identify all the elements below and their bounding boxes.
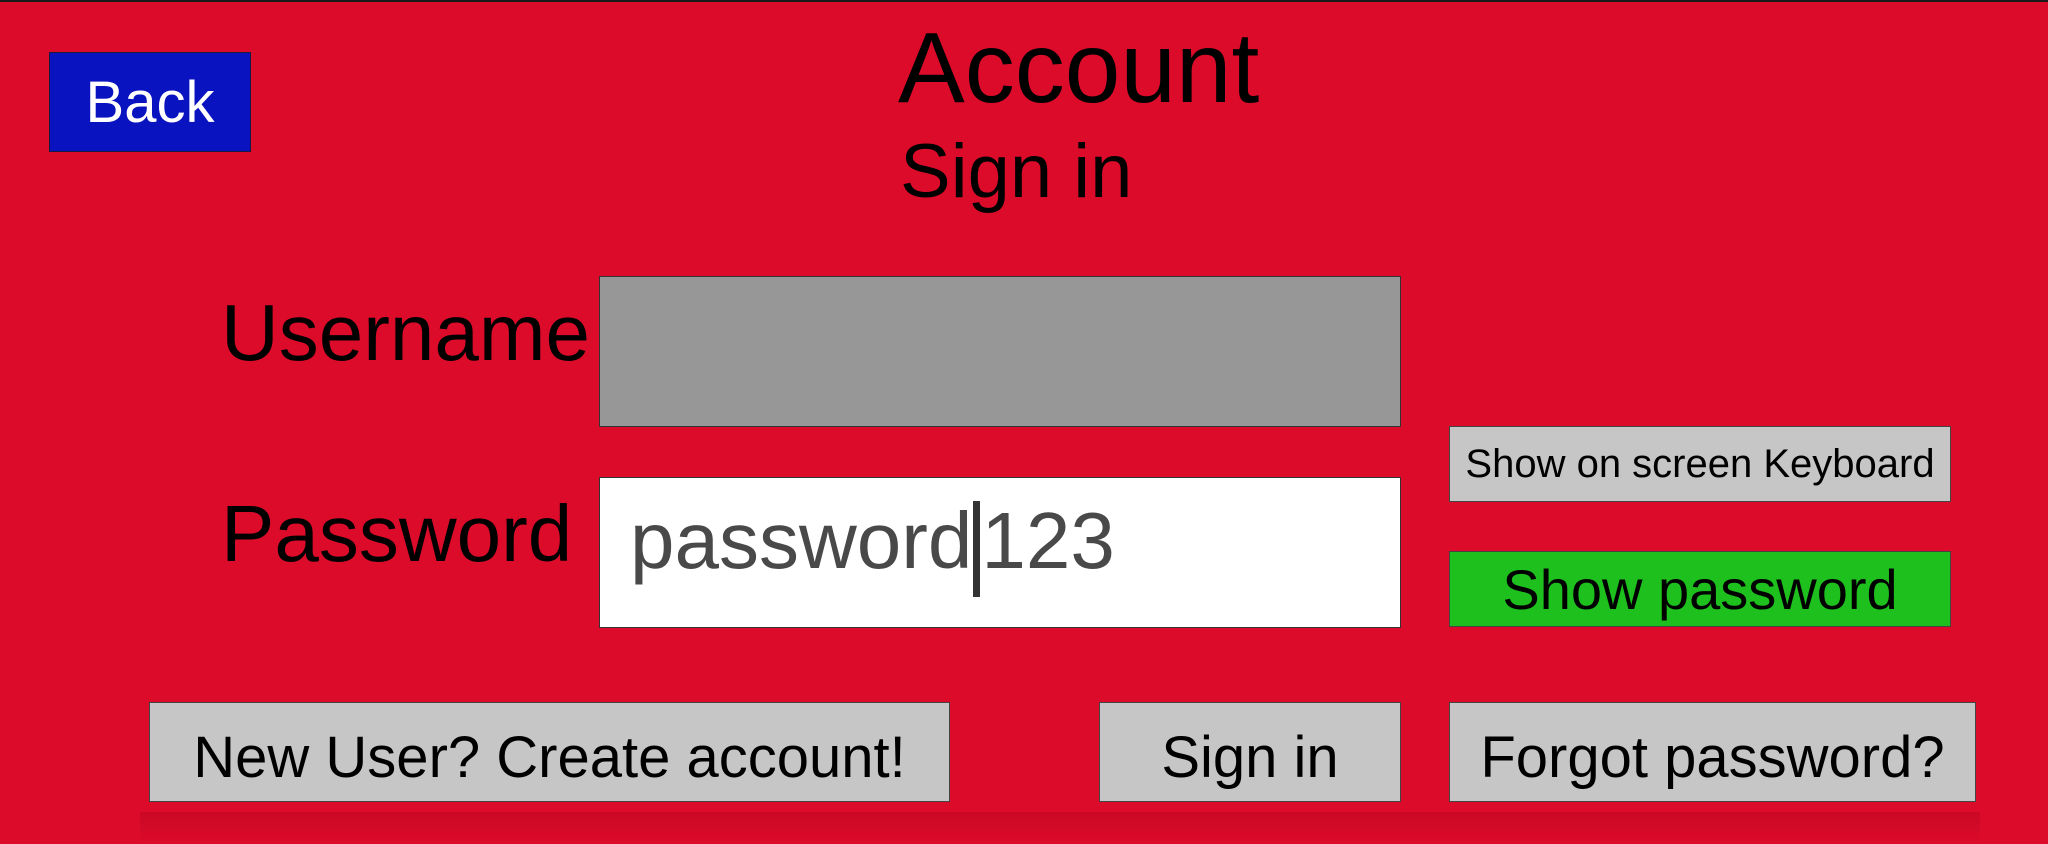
page-title: Account bbox=[898, 12, 1260, 124]
password-field[interactable]: password 123 bbox=[599, 477, 1401, 628]
forgot-password-button[interactable]: Forgot password? bbox=[1449, 702, 1976, 802]
back-button[interactable]: Back bbox=[49, 52, 251, 152]
text-caret bbox=[973, 500, 981, 597]
show-keyboard-button[interactable]: Show on screen Keyboard bbox=[1449, 426, 1951, 502]
username-field[interactable] bbox=[599, 276, 1401, 427]
page-subtitle: Sign in bbox=[900, 129, 1133, 214]
password-text-before-caret: password bbox=[630, 495, 973, 585]
create-account-button[interactable]: New User? Create account! bbox=[149, 702, 950, 802]
bottom-shadow bbox=[140, 812, 1980, 844]
top-border bbox=[0, 0, 2048, 2]
show-password-button[interactable]: Show password bbox=[1449, 551, 1951, 627]
password-label: Password bbox=[221, 489, 573, 578]
password-text-after-caret: 123 bbox=[981, 495, 1115, 585]
sign-in-button[interactable]: Sign in bbox=[1099, 702, 1401, 802]
username-label: Username bbox=[221, 288, 591, 377]
